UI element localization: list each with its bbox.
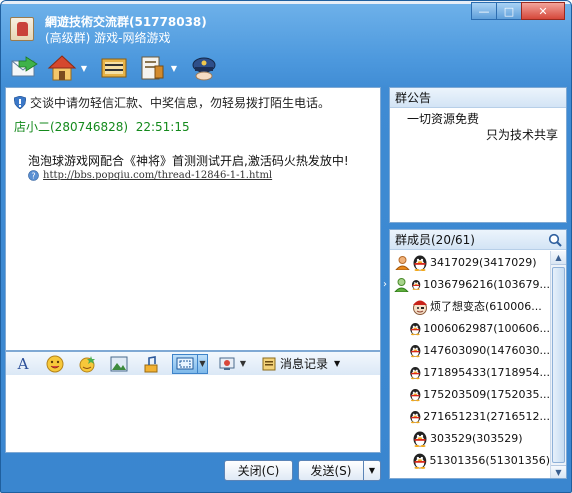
- settings-doc-icon[interactable]: [135, 53, 169, 83]
- message-time: 22:51:15: [135, 120, 190, 134]
- chat-history-panel[interactable]: 交谈中请勿轻信汇款、中奖信息，勿轻易拨打陌生电话。 店小二(280746828)…: [5, 87, 381, 351]
- main-toolbar: ▼ ▼: [7, 51, 225, 85]
- penguin-avatar-icon: [409, 366, 421, 379]
- penguin-avatar-icon: [413, 431, 427, 447]
- scroll-thumb[interactable]: [552, 267, 565, 463]
- penguin-avatar-icon: [413, 453, 426, 469]
- maximize-button[interactable]: □: [496, 2, 522, 20]
- close-window-button[interactable]: ✕: [521, 2, 565, 20]
- announcement-panel: 群公告 一切资源免费 只为技术共享: [389, 87, 567, 223]
- shake-icon[interactable]: [216, 354, 238, 374]
- member-name: 303529(303529): [430, 431, 523, 445]
- member-name: 271651231(2716512...: [423, 409, 550, 423]
- penguin-avatar-icon: [409, 388, 421, 401]
- member-row[interactable]: 51301356(51301356): [390, 449, 550, 471]
- member-name: 烦了想变态(610006...: [430, 300, 542, 313]
- member-name: 51301356(51301356): [429, 453, 550, 467]
- member-row[interactable]: 303529(303529): [390, 427, 550, 449]
- send-button[interactable]: 发送(S): [298, 460, 364, 481]
- home-icon[interactable]: [45, 53, 79, 83]
- music-icon[interactable]: [140, 354, 162, 374]
- member-name: 3417029(3417029): [430, 255, 537, 269]
- settings-dropdown-icon[interactable]: ▼: [169, 53, 179, 83]
- member-name: 171895433(1718954...: [423, 365, 550, 379]
- screenshot-icon[interactable]: [172, 353, 198, 374]
- members-count: 群成员(20/61): [395, 233, 475, 247]
- message-link[interactable]: ? http://bbs.popqiu.com/thread-12846-1-1…: [28, 170, 272, 181]
- pirate-avatar-icon: [413, 300, 427, 315]
- shield-icon: [14, 96, 26, 109]
- penguin-avatar-icon: [411, 279, 421, 290]
- member-name: 147603090(1476030...: [423, 343, 550, 357]
- member-row[interactable]: 烦了想变态(610006...: [390, 295, 550, 317]
- police-hat-icon[interactable]: [187, 53, 221, 83]
- magic-emoji-icon[interactable]: [76, 354, 98, 374]
- penguin-avatar-icon: [409, 410, 421, 423]
- message-history-button[interactable]: 消息记录 ▼: [262, 355, 340, 372]
- member-row[interactable]: 1006062987(100606...: [390, 317, 550, 339]
- message-sender[interactable]: 店小二(280746828): [14, 120, 128, 134]
- svg-text:?: ?: [31, 172, 35, 181]
- member-name: 1006062987(100606...: [423, 321, 550, 335]
- image-icon[interactable]: [108, 354, 130, 374]
- minimize-button[interactable]: —: [471, 2, 497, 20]
- home-dropdown-icon[interactable]: ▼: [79, 53, 89, 83]
- screenshot-dropdown-icon[interactable]: ▼: [198, 353, 208, 374]
- scroll-up-icon[interactable]: ▲: [551, 251, 566, 265]
- penguin-avatar-icon: [409, 344, 421, 357]
- emoji-icon[interactable]: [44, 354, 66, 374]
- message-header: 店小二(280746828) 22:51:15: [14, 118, 190, 135]
- penguin-avatar-icon: [413, 255, 427, 271]
- group-avatar-icon[interactable]: [10, 17, 34, 41]
- members-header: 群成员(20/61): [390, 230, 566, 250]
- group-title: 網遊技術交流群(51778038): [45, 15, 207, 29]
- format-toolbar: A ▼ ▼ 消息记录 ▼: [5, 351, 381, 375]
- member-scrollbar[interactable]: ▲ ▼: [550, 251, 566, 478]
- splitter-collapse-icon[interactable]: ›: [381, 277, 389, 291]
- message-history-label: 消息记录: [280, 357, 329, 371]
- mail-send-icon[interactable]: [7, 53, 41, 83]
- link-shield-icon: ?: [28, 170, 39, 181]
- members-panel: 群成员(20/61) 3417029(3417029) 1036796216(1…: [389, 229, 567, 479]
- history-dropdown-icon[interactable]: ▼: [334, 359, 340, 368]
- penguin-avatar-icon: [409, 322, 421, 335]
- member-row[interactable]: 175203509(1752035...: [390, 383, 550, 405]
- history-icon: [262, 357, 276, 370]
- search-icon[interactable]: [548, 233, 562, 247]
- member-name: 1036796216(103679...: [423, 277, 550, 291]
- chat-window: 網遊技術交流群(51778038) (高级群) 游戏-网络游戏 — □ ✕ ▼: [0, 0, 572, 493]
- shake-dropdown-icon[interactable]: ▼: [238, 354, 248, 374]
- member-name: 175203509(1752035...: [423, 387, 550, 401]
- member-row[interactable]: 171895433(1718954...: [390, 361, 550, 383]
- message-link-url[interactable]: http://bbs.popqiu.com/thread-12846-1-1.h…: [43, 170, 272, 181]
- member-row[interactable]: 147603090(1476030...: [390, 339, 550, 361]
- font-icon[interactable]: A: [12, 354, 34, 374]
- security-notice-text: 交谈中请勿轻信汇款、中奖信息，勿轻易拨打陌生电话。: [30, 96, 331, 110]
- scroll-down-icon[interactable]: ▼: [551, 465, 566, 478]
- announcement-header: 群公告: [390, 88, 566, 108]
- close-button[interactable]: 关闭(C): [224, 460, 293, 481]
- member-row[interactable]: 271651231(2716512...: [390, 405, 550, 427]
- security-notice: 交谈中请勿轻信汇款、中奖信息，勿轻易拨打陌生电话。: [14, 94, 330, 111]
- group-subtitle: (高级群) 游戏-网络游戏: [45, 31, 171, 45]
- message-input[interactable]: [5, 375, 381, 453]
- window-controls: — □ ✕: [471, 2, 565, 20]
- message-text: 泡泡球游戏网配合《神将》首测测试开启,激活码火热发放中!: [28, 154, 349, 168]
- album-icon[interactable]: [97, 53, 131, 83]
- announcement-line: 只为技术共享: [485, 128, 558, 142]
- admin-badge-icon: [394, 276, 409, 292]
- announcement-line: 一切资源免费: [407, 112, 480, 126]
- owner-badge-icon: [394, 254, 410, 270]
- member-list: 3417029(3417029) 1036796216(103679... 烦了…: [390, 251, 550, 471]
- member-row[interactable]: 3417029(3417029): [390, 251, 550, 273]
- member-row[interactable]: 1036796216(103679...: [390, 273, 550, 295]
- send-options-dropdown-icon[interactable]: ▼: [363, 460, 381, 481]
